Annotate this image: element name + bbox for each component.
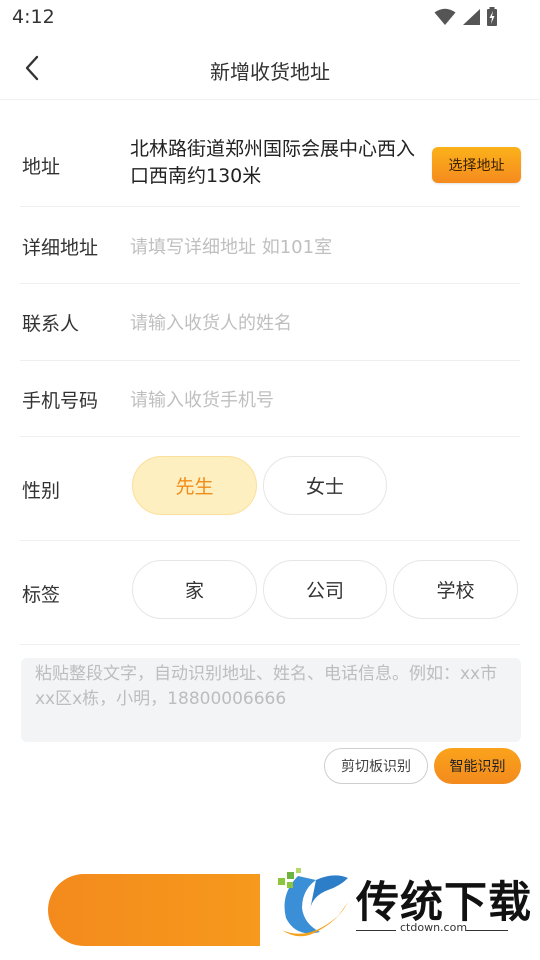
phone-input[interactable]: 请输入收货手机号 [130, 386, 274, 412]
signal-icon [463, 9, 480, 25]
page-title: 新增收货地址 [210, 60, 330, 84]
watermark: 传统下载 ctdown.com [260, 854, 540, 954]
tags-label: 标签 [22, 584, 61, 606]
address-value[interactable]: 北林路街道郑州国际会展中心西入口西南约130米 [130, 136, 430, 190]
gender-option-mr[interactable]: 先生 [132, 456, 257, 515]
status-icons [434, 7, 498, 27]
watermark-domain: ctdown.com [400, 921, 468, 934]
gender-option-ms[interactable]: 女士 [263, 456, 387, 515]
status-bar: 4:12 [0, 0, 540, 36]
tag-option-school[interactable]: 学校 [393, 560, 518, 619]
gender-label: 性别 [22, 480, 61, 502]
nav-bar: 新增收货地址 [0, 36, 540, 100]
battery-icon [487, 7, 497, 26]
detail-address-input[interactable]: 请填写详细地址 如101室 [130, 233, 332, 259]
tag-option-home[interactable]: 家 [132, 560, 257, 619]
contact-label: 联系人 [22, 313, 80, 335]
contact-input[interactable]: 请输入收货人的姓名 [130, 309, 292, 335]
watermark-divider-right [466, 930, 508, 931]
detail-address-label: 详细地址 [22, 237, 99, 259]
select-address-button[interactable]: 选择地址 [432, 147, 521, 183]
watermark-logo-icon [278, 868, 348, 937]
tag-option-company[interactable]: 公司 [263, 560, 387, 619]
status-time: 4:12 [12, 6, 55, 28]
watermark-divider-left [356, 930, 396, 931]
wifi-icon [434, 8, 456, 25]
clipboard-recognize-button[interactable]: 剪切板识别 [324, 748, 428, 784]
paste-text-area[interactable]: 粘贴整段文字，自动识别地址、姓名、电话信息。例如：xx市xx区x栋，小明，188… [21, 658, 521, 742]
address-label: 地址 [22, 156, 61, 178]
smart-recognize-button[interactable]: 智能识别 [434, 748, 521, 784]
phone-label: 手机号码 [22, 390, 99, 412]
